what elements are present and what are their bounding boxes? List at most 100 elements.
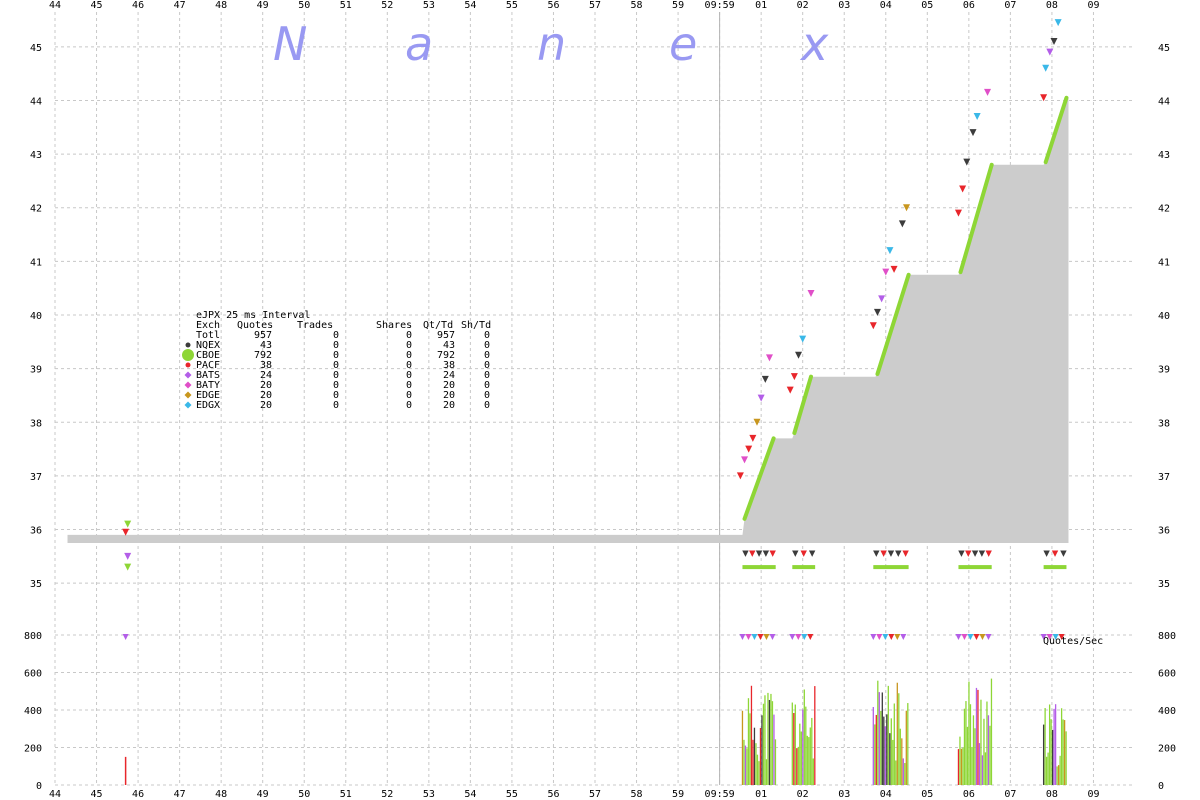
logo-letter: a	[405, 17, 433, 71]
x-tick-label-top: 08	[1046, 0, 1058, 11]
quote-marker	[745, 445, 753, 453]
bid-marker	[902, 550, 909, 557]
quote-flag-800	[795, 634, 802, 640]
x-tick-label-top: 04	[880, 0, 892, 11]
bid-marker	[895, 550, 902, 557]
quote-marker	[886, 247, 894, 255]
cboe-bid-bar	[792, 565, 816, 570]
x-tick-label-top: 58	[631, 0, 643, 11]
x-tick-label-bottom: 09	[1087, 789, 1099, 800]
quote-marker	[959, 185, 967, 193]
price-tick-label-right: 39	[1158, 365, 1170, 376]
legend-marker	[185, 362, 191, 368]
volume-tick-label-left: 800	[24, 631, 42, 642]
x-tick-label-bottom: 51	[340, 789, 352, 800]
x-tick-label-top: 54	[464, 0, 476, 11]
x-tick-label-bottom: 04	[880, 789, 892, 800]
quote-marker	[878, 295, 886, 303]
bid-marker	[1051, 550, 1059, 557]
x-tick-label-bottom: 54	[464, 789, 476, 800]
quote-flag-800	[739, 634, 746, 640]
quote-marker	[969, 129, 977, 137]
quote-marker	[869, 322, 877, 330]
x-tick-label-top: 01	[755, 0, 767, 11]
legend-cell: 0	[406, 400, 412, 411]
price-tick-label-right: 41	[1158, 257, 1170, 268]
legend-header: Trades	[297, 320, 333, 331]
x-tick-label-bottom: 03	[838, 789, 850, 800]
x-tick-label-bottom: 59	[672, 789, 684, 800]
cboe-bid-bar	[742, 565, 776, 570]
price-tick-label-right: 40	[1158, 311, 1170, 322]
bid-marker	[762, 550, 770, 557]
x-tick-label-bottom: 47	[174, 789, 186, 800]
bid-marker	[978, 550, 986, 557]
x-tick-label-top: 05	[921, 0, 933, 11]
quote-marker	[954, 209, 962, 217]
price-tick-label-left: 44	[30, 96, 42, 107]
price-tick-label-right: 35	[1158, 579, 1170, 590]
price-tick-label-right: 43	[1158, 150, 1170, 161]
quote-marker	[984, 88, 992, 96]
legend-marker	[184, 381, 192, 389]
quote-marker	[124, 520, 132, 528]
x-tick-label-top: 59	[672, 0, 684, 11]
x-tick-label-bottom: 08	[1046, 789, 1058, 800]
quote-flag-800	[985, 634, 992, 640]
bid-marker	[808, 550, 816, 557]
quote-marker	[749, 434, 757, 442]
legend-cell: 0	[484, 400, 490, 411]
quote-flag-800	[751, 634, 758, 640]
x-tick-label-top: 57	[589, 0, 601, 11]
bid-marker	[742, 550, 749, 557]
price-tick-label-right: 36	[1158, 526, 1170, 537]
x-tick-label-bottom: 58	[631, 789, 643, 800]
price-tick-label-right: 38	[1158, 418, 1170, 429]
quote-flag-800	[789, 634, 796, 640]
x-tick-label-top: 46	[132, 0, 144, 11]
bid-marker	[792, 550, 799, 557]
quote-flag-800	[973, 634, 980, 640]
x-tick-label-top: 50	[298, 0, 310, 11]
bid-marker	[1043, 550, 1050, 557]
volume-tick-label-right: 800	[1158, 631, 1176, 642]
x-tick-label-bottom: 57	[589, 789, 601, 800]
logo-letter: N	[273, 17, 307, 71]
bid-marker	[958, 550, 965, 557]
legend-cell: EDGX	[196, 400, 220, 411]
quote-marker	[890, 265, 898, 273]
logo-letter: e	[669, 17, 697, 71]
quote-flag-800	[757, 634, 764, 640]
quote-marker	[124, 563, 132, 571]
price-tick-label-left: 40	[30, 311, 42, 322]
volume-tick-label-left: 0	[36, 781, 42, 792]
x-tick-label-top: 56	[547, 0, 559, 11]
cboe-bid-bar	[1043, 565, 1067, 570]
legend-marker	[184, 371, 192, 379]
bid-marker	[769, 550, 776, 557]
x-tick-label-top: 45	[91, 0, 103, 11]
legend-marker	[182, 349, 194, 361]
quote-marker	[1042, 64, 1050, 72]
volume-panel	[122, 634, 1067, 785]
quote-marker	[786, 386, 794, 394]
price-tick-label-left: 38	[30, 418, 42, 429]
price-tick-label-right: 45	[1158, 43, 1170, 54]
price-tick-label-right: 37	[1158, 472, 1170, 483]
volume-tick-label-right: 0	[1158, 781, 1164, 792]
quote-marker	[124, 552, 132, 560]
quote-chart: 44 44 45 45 46 46 47 47 48 48 49 49 50 50 51 51 52 52 53 53…	[24, 0, 1176, 800]
nanex-logo: N a n e x	[273, 17, 829, 71]
price-tick-label-left: 39	[30, 365, 42, 376]
quote-flag-800	[876, 634, 883, 640]
price-tick-label-left: 43	[30, 150, 42, 161]
bid-marker	[749, 550, 756, 557]
x-tick-label-top: 53	[423, 0, 435, 11]
volume-tick-label-right: 200	[1158, 744, 1176, 755]
x-tick-label-bottom: 44	[49, 789, 61, 800]
quote-flag-800	[888, 634, 895, 640]
legend-cell: 0	[333, 400, 339, 411]
quote-flag-800	[745, 634, 752, 640]
quote-marker	[790, 373, 798, 381]
volume-tick-label-left: 600	[24, 669, 42, 680]
